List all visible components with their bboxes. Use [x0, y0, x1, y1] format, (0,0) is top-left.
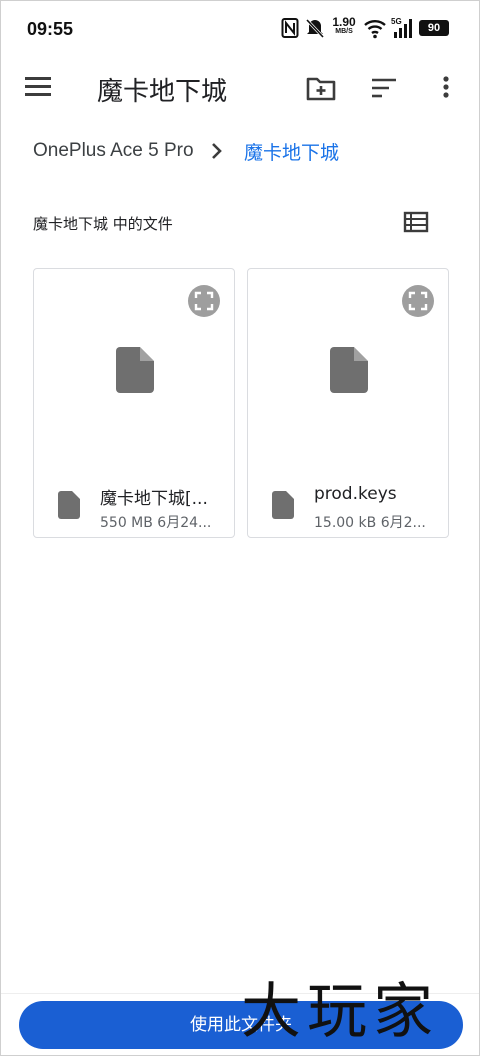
watermark-logo: 大玩家 [241, 977, 439, 1047]
page-title: 魔卡地下城 [97, 77, 228, 107]
signal-icon [394, 19, 412, 38]
file-meta: 550 MB 6月24... [100, 515, 212, 531]
app-screen: 09:55 1.90 MB/S 5G 90 魔卡地下城 OnePlus Ace … [0, 0, 480, 1056]
battery-level: 90 [427, 22, 441, 34]
expand-preview-icon[interactable] [188, 285, 220, 317]
list-view-icon[interactable] [403, 209, 429, 235]
file-icon [116, 347, 154, 393]
new-folder-icon[interactable] [304, 71, 338, 105]
net-speed-value: 1.90 [332, 15, 356, 29]
net-speed-unit: MB/S [335, 28, 353, 35]
sort-icon[interactable] [368, 71, 402, 105]
section-title: 魔卡地下城 中的文件 [33, 215, 173, 233]
status-icons: 1.90 MB/S 5G 90 [281, 16, 451, 41]
battery-icon: 90 [419, 20, 449, 36]
file-name: prod.keys [314, 484, 397, 504]
file-type-icon [272, 491, 294, 519]
wifi-icon [364, 20, 386, 39]
nfc-icon [281, 18, 299, 38]
breadcrumb-current[interactable]: 魔卡地下城 [244, 138, 339, 165]
app-bar: 魔卡地下城 [1, 57, 479, 121]
file-icon [330, 347, 368, 393]
breadcrumb-root[interactable]: OnePlus Ace 5 Pro [33, 140, 194, 162]
file-card[interactable]: 魔卡地下城[... 550 MB 6月24... [33, 268, 235, 538]
chevron-right-icon [212, 143, 222, 159]
file-type-icon [58, 491, 80, 519]
status-time: 09:55 [27, 19, 74, 39]
status-bar: 09:55 1.90 MB/S 5G 90 [1, 1, 479, 57]
file-name: 魔卡地下城[... [100, 489, 208, 509]
menu-icon[interactable] [25, 75, 53, 99]
breadcrumb: OnePlus Ace 5 Pro 魔卡地下城 [33, 137, 453, 167]
net-speed: 1.90 MB/S [331, 16, 357, 35]
file-card[interactable]: prod.keys 15.00 kB 6月2... [247, 268, 449, 538]
more-vert-icon[interactable] [429, 71, 463, 105]
mute-icon [305, 18, 325, 39]
file-meta: 15.00 kB 6月2... [314, 515, 426, 531]
expand-preview-icon[interactable] [402, 285, 434, 317]
